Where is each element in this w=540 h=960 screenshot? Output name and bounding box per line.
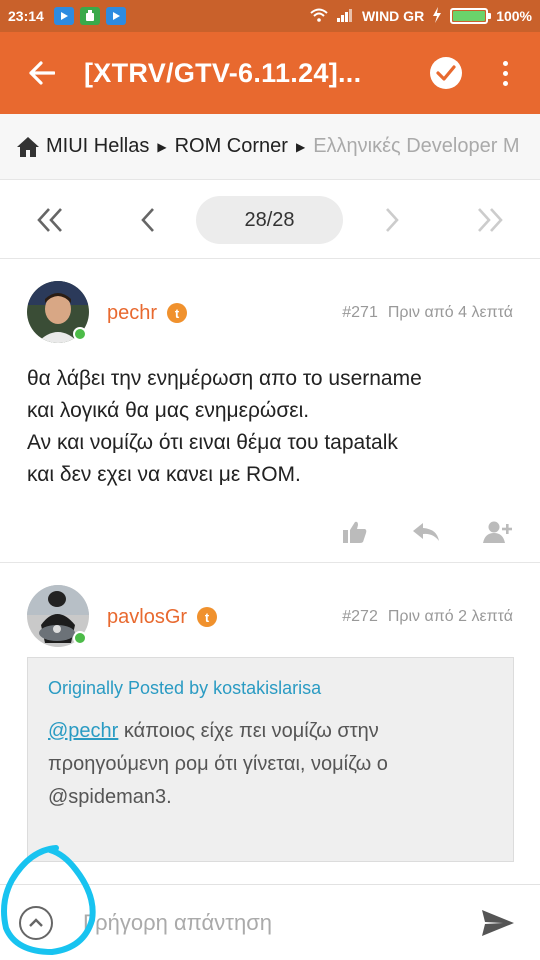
post-username[interactable]: pavlosGr [107, 606, 187, 629]
post-number[interactable]: #271 [342, 304, 378, 321]
breadcrumb: MIUI Hellas ▶ ROM Corner ▶ Ελληνικές Dev… [0, 114, 540, 180]
post-271: pechr t #271 Πριν από 4 λεπτά θα λάβει τη… [0, 260, 540, 563]
online-indicator [73, 631, 87, 645]
subscribe-button[interactable] [430, 57, 462, 89]
post-line: και δεν εχει να κανει με ROM. [27, 463, 301, 486]
page-indicator[interactable]: 28/28 [196, 196, 343, 244]
post-username[interactable]: pechr [107, 302, 157, 325]
like-button[interactable] [338, 515, 372, 549]
quick-reply-input[interactable] [83, 909, 478, 936]
quote-block: Originally Posted by kostakislarisa @pec… [27, 657, 514, 862]
status-right: WIND GR 100% [310, 6, 532, 26]
breadcrumb-separator-icon: ▶ [295, 139, 306, 154]
chevron-right-icon [386, 208, 399, 232]
double-chevron-right-icon [478, 208, 503, 232]
breadcrumb-item-miui-hellas[interactable]: MIUI Hellas [46, 135, 149, 158]
add-user-icon [483, 521, 512, 543]
quote-text: @pechr κάποιος είχε πει νομίζω στην προη… [48, 715, 493, 814]
more-vert-icon[interactable] [488, 32, 522, 114]
thread-title: [XTRV/GTV-6.11.24]... [84, 57, 362, 88]
first-page-button[interactable] [20, 181, 80, 259]
app-bar: [XTRV/GTV-6.11.24]... [0, 32, 540, 114]
home-icon[interactable] [16, 136, 40, 158]
post-body: θα λάβει την ενημέρωση απο το username κ… [27, 363, 517, 491]
post-time: Πριν από 4 λεπτά [387, 304, 513, 321]
android-icon [79, 7, 100, 25]
expand-reply-button[interactable] [19, 905, 53, 940]
youtube-icon [53, 7, 74, 25]
quote-line: @spideman3. [48, 786, 172, 808]
battery-icon [450, 8, 492, 24]
mention-link[interactable]: @pechr [48, 720, 118, 742]
post-272: pavlosGr t #272 Πριν από 2 λεπτά Original… [0, 564, 540, 884]
carrier-label: WIND GR [361, 8, 425, 24]
quote-line: προηγούμενη ρομ ότι γίνεται, νομίζω ο [48, 753, 388, 775]
status-bar: 23:14 WIND GR 100% [0, 0, 540, 32]
online-indicator [73, 327, 87, 341]
thumbs-up-icon [343, 521, 367, 543]
post-number[interactable]: #272 [342, 608, 378, 625]
charging-icon [432, 6, 442, 26]
send-icon [482, 909, 514, 936]
reply-bar [0, 884, 540, 960]
back-arrow-icon [29, 61, 55, 85]
breadcrumb-item-rom-corner[interactable]: ROM Corner [175, 135, 288, 158]
reply-icon [413, 523, 439, 541]
next-page-button[interactable] [362, 181, 422, 259]
post-line: Αν και νομίζω ότι ειναι θέμα του tapatal… [27, 431, 398, 454]
post-line: θα λάβει την ενημέρωση απο το username [27, 367, 422, 390]
send-button[interactable] [478, 903, 518, 943]
post-meta: #272 Πριν από 2 λεπτά [342, 608, 513, 626]
reply-button[interactable] [408, 515, 444, 549]
pagination: 28/28 [0, 181, 540, 259]
follow-user-button[interactable] [480, 515, 516, 549]
chevron-left-icon [141, 208, 154, 232]
post-meta: #271 Πριν από 4 λεπτά [342, 304, 513, 322]
status-time: 23:14 [8, 8, 44, 24]
double-chevron-left-icon [37, 208, 62, 232]
check-icon [436, 65, 456, 81]
last-page-button[interactable] [460, 181, 520, 259]
prev-page-button[interactable] [118, 181, 178, 259]
tapatalk-badge-icon: t [167, 303, 187, 323]
quote-line: κάποιος είχε πει νομίζω στην [118, 720, 379, 742]
battery-percent: 100% [496, 8, 532, 24]
signal-icon [336, 8, 354, 25]
back-button[interactable] [0, 32, 84, 114]
breadcrumb-item-developer[interactable]: Ελληνικές Developer M [313, 135, 519, 158]
post-line: και λογικά θα μας ενημερώσει. [27, 399, 310, 422]
quote-header[interactable]: Originally Posted by kostakislarisa [48, 678, 493, 699]
post-time: Πριν από 2 λεπτά [387, 608, 513, 625]
youtube-icon [105, 7, 126, 25]
breadcrumb-separator-icon: ▶ [157, 139, 167, 154]
screen: 23:14 WIND GR 100% [XTRV/GTV-6.11.24]...… [0, 0, 540, 960]
tapatalk-badge-icon: t [197, 607, 217, 627]
chevron-up-icon [29, 917, 43, 927]
battery-level [453, 11, 486, 21]
wifi-icon [310, 8, 328, 25]
